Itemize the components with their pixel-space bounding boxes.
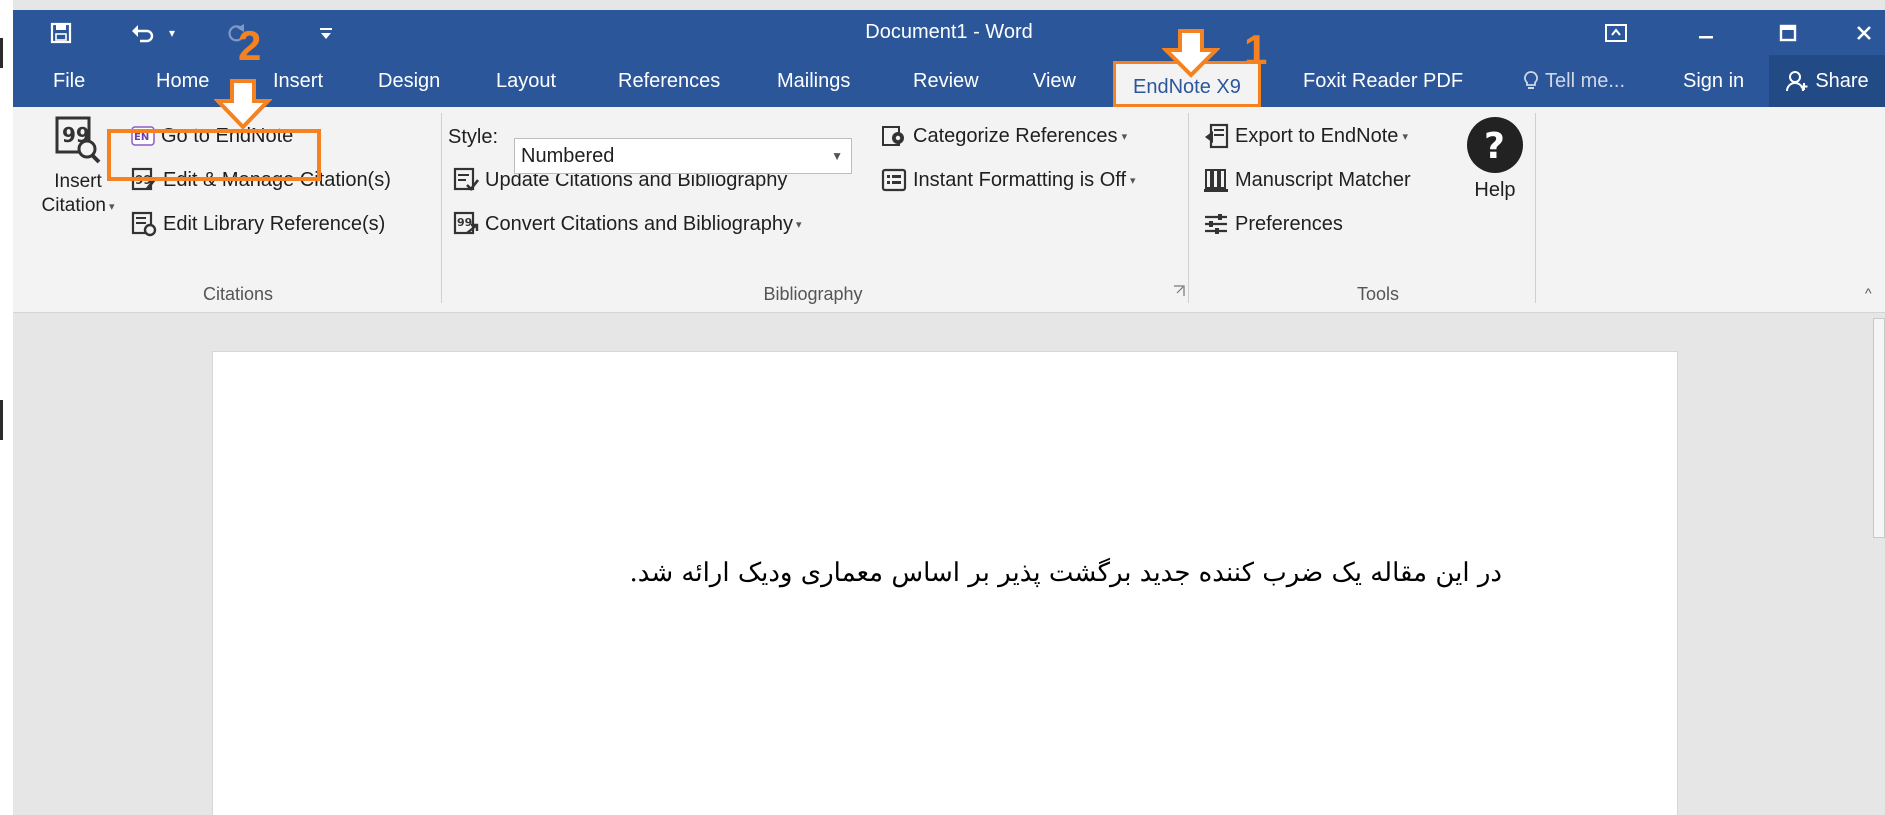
sign-in-link[interactable]: Sign in <box>1683 55 1744 107</box>
preferences-icon <box>1203 211 1229 237</box>
svg-text:?: ? <box>1484 126 1505 167</box>
style-select-value: Numbered <box>521 145 615 167</box>
group-separator <box>1535 113 1536 303</box>
ribbon-tab-bar: File Home Insert Design Layout Reference… <box>13 55 1885 107</box>
group-separator <box>441 113 442 303</box>
maximize-icon[interactable] <box>1765 10 1811 55</box>
svg-text:EN: EN <box>134 132 149 143</box>
export-to-endnote-button[interactable]: Export to EndNote ▾ <box>1203 119 1408 153</box>
categorize-icon <box>881 123 907 149</box>
arrow-down-icon <box>1161 28 1221 83</box>
lightbulb-icon <box>1524 71 1538 89</box>
tab-view[interactable]: View <box>1033 55 1076 107</box>
document-text[interactable]: در این مقاله یک ضرب کننده جدید برگشت پذی… <box>212 558 1502 588</box>
tell-me-label: Tell me... <box>1545 70 1626 92</box>
tools-group-label: Tools <box>1356 284 1400 304</box>
help-icon: ? <box>1467 117 1523 173</box>
edit-manage-citations-button[interactable]: 99 Edit & Manage Citation(s) <box>131 163 391 197</box>
chevron-down-icon: ▾ <box>1130 174 1136 187</box>
insert-citation-label-2: Citation <box>41 195 106 216</box>
step-number-1: 1 <box>1244 26 1268 73</box>
manuscript-matcher-button[interactable]: Manuscript Matcher <box>1203 163 1411 197</box>
edit-library-reference-button[interactable]: Edit Library Reference(s) <box>131 207 385 241</box>
categorize-label: Categorize References <box>913 124 1118 147</box>
style-select[interactable]: Numbered ▼ <box>514 138 852 174</box>
tell-me-box[interactable]: Tell me... <box>1523 55 1625 107</box>
convert-citations-button[interactable]: 99 Convert Citations and Bibliography ▾ <box>453 207 801 241</box>
arrow-down-icon <box>213 78 273 135</box>
edit-manage-label: Edit & Manage Citation(s) <box>163 168 391 191</box>
edit-library-icon <box>131 211 157 237</box>
tab-layout[interactable]: Layout <box>496 55 556 107</box>
export-label: Export to EndNote <box>1235 124 1399 147</box>
step-number-2: 2 <box>238 22 262 69</box>
instant-formatting-button[interactable]: Instant Formatting is Off ▾ <box>881 163 1136 197</box>
edit-citation-icon: 99 <box>131 167 157 193</box>
categorize-references-button[interactable]: Categorize References ▾ <box>881 119 1127 153</box>
preferences-label: Preferences <box>1235 212 1343 235</box>
tab-references[interactable]: References <box>618 55 720 107</box>
minimize-icon[interactable] <box>1683 10 1729 55</box>
chevron-down-icon: ▾ <box>1121 130 1128 143</box>
share-person-icon <box>1786 71 1808 92</box>
vertical-scrollbar[interactable] <box>1873 318 1885 538</box>
tab-file[interactable]: File <box>53 55 85 107</box>
manuscript-icon <box>1203 167 1229 193</box>
tab-foxit[interactable]: Foxit Reader PDF <box>1303 55 1463 107</box>
convert-bibliography-icon: 99 <box>453 211 479 237</box>
share-button[interactable]: Share <box>1769 55 1885 107</box>
svg-text:99: 99 <box>457 216 472 229</box>
word-window: Document1 - Word ▾ File Home Insert Desi… <box>0 0 1885 815</box>
ribbon-endnote: 99 Insert Citation ▾ EN Go to EndNote 99 … <box>13 107 1885 313</box>
close-icon[interactable] <box>1843 10 1885 55</box>
bibliography-group-label: Bibliography <box>763 284 863 304</box>
chevron-down-icon: ▾ <box>1402 130 1408 143</box>
dialog-launcher-icon[interactable] <box>1173 285 1185 297</box>
group-separator <box>1188 113 1189 303</box>
customize-qat-icon[interactable] <box>315 10 337 55</box>
manuscript-label: Manuscript Matcher <box>1235 168 1411 191</box>
help-button[interactable]: ? Help <box>1455 115 1535 202</box>
instant-formatting-icon <box>881 167 907 193</box>
share-label: Share <box>1815 70 1869 92</box>
tab-design[interactable]: Design <box>378 55 440 107</box>
edit-library-label: Edit Library Reference(s) <box>163 212 386 235</box>
update-bibliography-icon <box>453 167 480 193</box>
undo-dropdown-icon[interactable]: ▾ <box>163 10 181 55</box>
title-bar: Document1 - Word ▾ <box>13 10 1885 55</box>
chevron-down-icon: ▼ <box>831 149 843 163</box>
endnote-logo-icon: EN <box>131 125 155 147</box>
insert-citation-label-1: Insert <box>54 171 102 192</box>
insert-citation-icon: 99 <box>55 116 101 164</box>
instant-formatting-label: Instant Formatting is Off <box>913 168 1127 191</box>
ribbon-display-icon[interactable] <box>1593 10 1639 55</box>
convert-citations-label: Convert Citations and Bibliography <box>485 212 793 235</box>
collapse-ribbon-icon[interactable]: ^ <box>1865 285 1872 301</box>
undo-icon[interactable] <box>125 10 161 55</box>
chevron-down-icon: ▾ <box>795 218 802 231</box>
preferences-button[interactable]: Preferences <box>1203 207 1343 241</box>
insert-citation-button[interactable]: 99 Insert Citation ▾ <box>41 115 115 217</box>
tab-insert[interactable]: Insert <box>273 55 323 107</box>
style-label: Style: <box>448 125 499 148</box>
save-icon[interactable] <box>43 10 79 55</box>
left-edge <box>0 0 13 815</box>
export-icon <box>1203 123 1229 149</box>
citations-group-label: Citations <box>202 284 274 304</box>
help-label: Help <box>1474 179 1516 201</box>
chevron-down-icon: ▾ <box>108 200 115 213</box>
tab-review[interactable]: Review <box>913 55 979 107</box>
tab-home[interactable]: Home <box>156 55 209 107</box>
tab-mailings[interactable]: Mailings <box>777 55 850 107</box>
